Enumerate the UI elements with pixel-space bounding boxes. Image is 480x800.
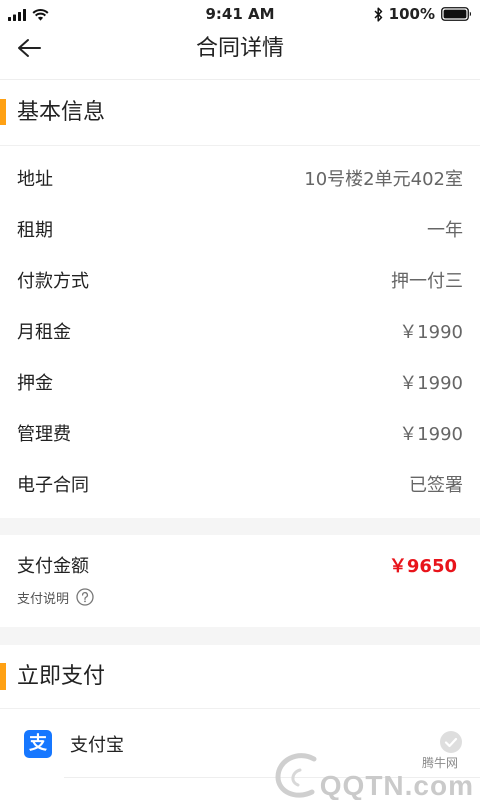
wifi-icon — [32, 9, 49, 21]
row-label: 电子合同 — [17, 474, 89, 496]
info-row-deposit: 押金 ￥1990 — [17, 356, 463, 407]
row-label: 押金 — [17, 372, 53, 394]
status-right-icons: 100% — [374, 5, 472, 23]
info-row-lease-term: 租期 一年 — [17, 203, 463, 254]
info-row-e-contract: 电子合同 已签署 — [17, 458, 463, 509]
page-title: 合同详情 — [195, 36, 284, 61]
section-separator — [0, 518, 480, 535]
payment-method-name: 支付宝 — [70, 734, 124, 756]
qqtn-logo-icon — [275, 753, 317, 798]
status-bar: 9:41 AM 100% — [0, 0, 480, 28]
row-label: 租期 — [17, 219, 53, 241]
row-value: ￥1990 — [399, 372, 463, 394]
watermark-site-name: 腾牛网 — [422, 756, 459, 770]
row-label: 月租金 — [17, 321, 71, 343]
section-accent-bar — [0, 99, 6, 125]
back-button[interactable] — [14, 33, 44, 63]
payment-note[interactable]: 支付说明 — [17, 587, 463, 607]
info-row-address: 地址 10号楼2单元402室 — [17, 152, 463, 203]
back-arrow-icon[interactable] — [17, 38, 41, 58]
row-value: 押一付三 — [391, 270, 463, 292]
info-row-monthly-rent: 月租金 ￥1990 — [17, 305, 463, 356]
status-left-icons — [8, 8, 49, 21]
payment-summary: 支付金额 ￥9650 支付说明 — [0, 535, 480, 627]
row-value: 一年 — [427, 219, 463, 241]
section-title: 基本信息 — [17, 99, 106, 125]
section-header-basic-info: 基本信息 — [0, 80, 480, 146]
battery-icon — [441, 7, 471, 21]
bluetooth-icon — [374, 6, 382, 22]
payment-amount-value: ￥9650 — [388, 556, 457, 577]
section-separator — [0, 627, 480, 645]
section-accent-bar — [0, 663, 6, 690]
status-time: 9:41 AM — [205, 5, 275, 23]
payment-method-alipay[interactable]: 支 支付宝 — [0, 709, 480, 778]
row-value: ￥1990 — [399, 423, 463, 445]
row-value: ￥1990 — [399, 321, 463, 343]
row-label: 付款方式 — [17, 270, 89, 292]
info-row-payment-method: 付款方式 押一付三 — [17, 254, 463, 305]
contract-info-list: 地址 10号楼2单元402室 租期 一年 付款方式 押一付三 月租金 ￥1990… — [0, 146, 480, 518]
check-circle-icon[interactable] — [440, 731, 462, 753]
battery-percent: 100% — [388, 5, 435, 23]
signal-icon — [8, 9, 26, 21]
section-header-pay-now: 立即支付 — [0, 645, 480, 709]
row-value: 10号楼2单元402室 — [304, 168, 463, 190]
alipay-icon: 支 — [24, 729, 52, 758]
help-circle-icon[interactable] — [76, 588, 94, 606]
payment-amount-line: 支付金额 ￥9650 — [17, 553, 463, 577]
row-value: 已签署 — [409, 474, 463, 496]
nav-bar: 合同详情 — [0, 28, 480, 80]
payment-amount-label: 支付金额 — [17, 556, 89, 577]
watermark-domain: QQTN.com — [319, 770, 474, 800]
section-title: 立即支付 — [17, 663, 106, 689]
payment-note-text[interactable]: 支付说明 — [17, 588, 69, 607]
row-label: 管理费 — [17, 423, 71, 445]
info-row-management-fee: 管理费 ￥1990 — [17, 407, 463, 458]
row-label: 地址 — [17, 168, 53, 190]
